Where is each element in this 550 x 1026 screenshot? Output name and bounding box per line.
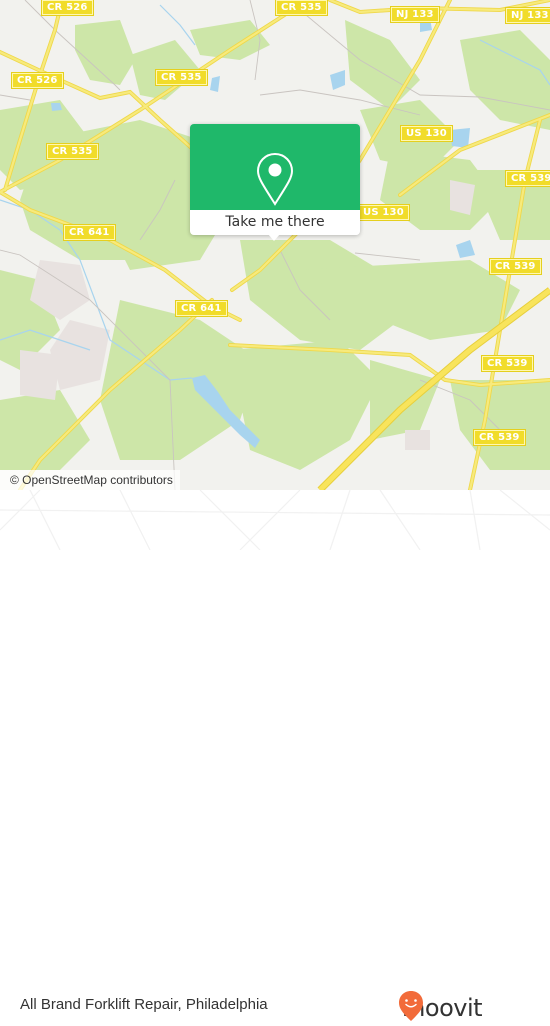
moovit-logo[interactable]: moovit (398, 990, 483, 1026)
location-pin-icon (256, 152, 294, 206)
road-shield: US 130 (358, 205, 409, 220)
moovit-pin-icon (399, 991, 423, 1021)
map-view[interactable]: CR 526 CR 526 CR 535 CR 535 CR 535 NJ 13… (0, 0, 550, 490)
take-me-there-button[interactable]: Take me there (190, 210, 360, 235)
road-shield: CR 539 (474, 430, 525, 445)
road-shield: NJ 133 (391, 7, 439, 22)
map-tiles (0, 0, 550, 490)
road-shield: CR 535 (276, 0, 327, 15)
road-shield: CR 535 (156, 70, 207, 85)
road-shield: CR 526 (12, 73, 63, 88)
road-shield: CR 641 (64, 225, 115, 240)
road-shield: CR 526 (42, 0, 93, 15)
road-shield: CR 641 (176, 301, 227, 316)
footer-background-pattern (0, 490, 550, 550)
location-popup: Take me there (190, 124, 360, 241)
road-shield: CR 539 (482, 356, 533, 371)
popup-pointer (268, 234, 280, 241)
footer-bar: All Brand Forklift Repair, Philadelphia … (0, 490, 550, 1022)
place-name: All Brand Forklift Repair, Philadelphia (20, 996, 268, 1013)
road-shield: US 130 (401, 126, 452, 141)
road-shield: CR 535 (47, 144, 98, 159)
road-shield: NJ 133 (506, 8, 550, 23)
map-attribution[interactable]: © OpenStreetMap contributors (0, 470, 180, 490)
road-shield: CR 539 (506, 171, 550, 186)
road-shield: CR 539 (490, 259, 541, 274)
popup-header (190, 124, 360, 210)
